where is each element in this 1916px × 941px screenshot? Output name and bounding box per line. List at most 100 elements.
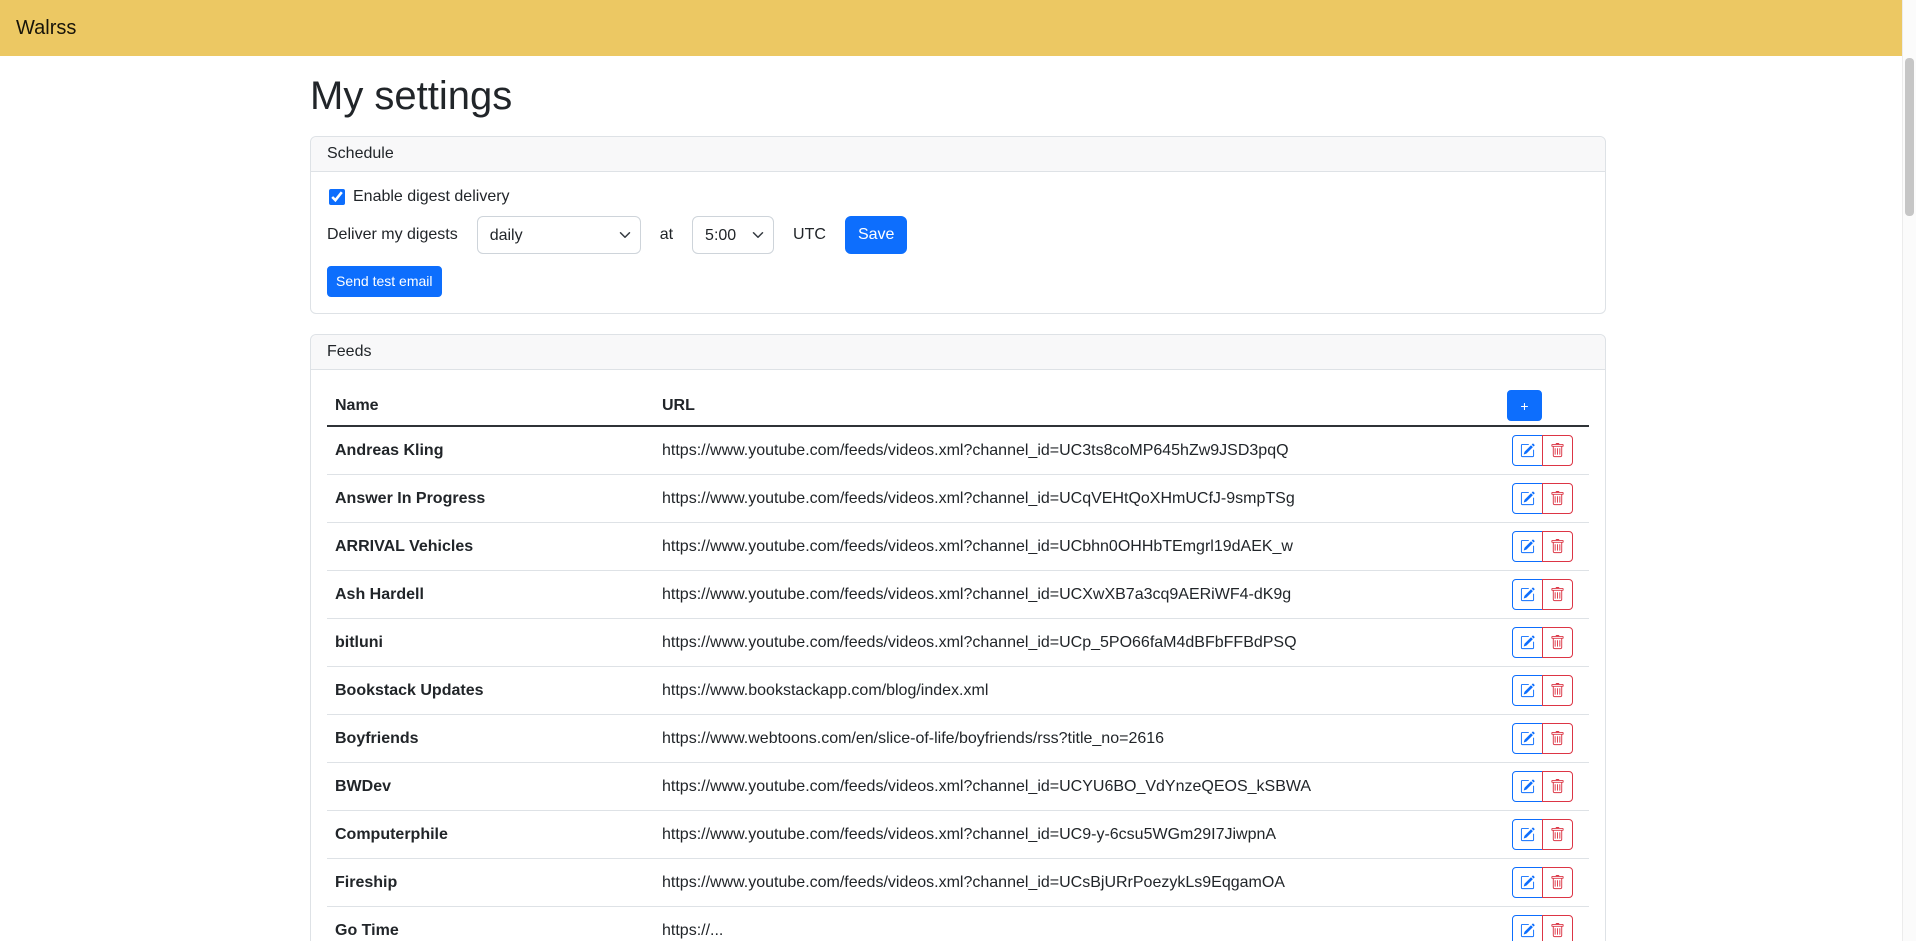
- feed-actions: [1499, 763, 1589, 811]
- enable-digest-label[interactable]: Enable digest delivery: [353, 188, 510, 206]
- trash-icon: [1550, 827, 1565, 842]
- scrollbar-thumb[interactable]: [1905, 58, 1914, 216]
- pencil-square-icon: [1520, 923, 1535, 938]
- edit-feed-button[interactable]: [1512, 627, 1543, 658]
- time-select-wrap: 5:00: [692, 216, 774, 254]
- feed-actions: [1499, 859, 1589, 907]
- delete-feed-button[interactable]: [1542, 435, 1573, 466]
- save-button[interactable]: Save: [845, 216, 907, 254]
- edit-feed-button[interactable]: [1512, 483, 1543, 514]
- delete-feed-button[interactable]: [1542, 819, 1573, 850]
- delete-feed-button[interactable]: [1542, 723, 1573, 754]
- digest-schedule-row: Deliver my digests daily at 5:00: [327, 216, 1589, 254]
- navbar: Walrss: [0, 0, 1916, 56]
- trash-icon: [1550, 731, 1565, 746]
- frequency-select[interactable]: daily: [477, 216, 641, 254]
- trash-icon: [1550, 875, 1565, 890]
- delete-feed-button[interactable]: [1542, 771, 1573, 802]
- feed-actions-group: [1512, 483, 1573, 514]
- edit-feed-button[interactable]: [1512, 771, 1543, 802]
- feed-name: BWDev: [327, 763, 654, 811]
- feed-actions-group: [1512, 579, 1573, 610]
- pencil-square-icon: [1520, 539, 1535, 554]
- feeds-card-body: Name URL + Andreas Kling https://www.you…: [311, 370, 1605, 941]
- navbar-brand[interactable]: Walrss: [16, 17, 76, 40]
- feed-row: Answer In Progress https://www.youtube.c…: [327, 475, 1589, 523]
- feed-name: Fireship: [327, 859, 654, 907]
- trash-icon: [1550, 635, 1565, 650]
- trash-icon: [1550, 683, 1565, 698]
- column-header-url: URL: [654, 386, 1499, 426]
- feed-actions: [1499, 667, 1589, 715]
- feed-name: Go Time: [327, 907, 654, 941]
- edit-feed-button[interactable]: [1512, 579, 1543, 610]
- at-label: at: [660, 226, 673, 244]
- feed-row: Andreas Kling https://www.youtube.com/fe…: [327, 426, 1589, 475]
- edit-feed-button[interactable]: [1512, 723, 1543, 754]
- enable-digest-checkbox[interactable]: [329, 189, 345, 205]
- feed-url: https://www.youtube.com/feeds/videos.xml…: [654, 763, 1499, 811]
- trash-icon: [1550, 491, 1565, 506]
- page-title: My settings: [310, 72, 1606, 120]
- feed-url: https://www.youtube.com/feeds/videos.xml…: [654, 523, 1499, 571]
- edit-feed-button[interactable]: [1512, 915, 1543, 941]
- feed-actions: [1499, 811, 1589, 859]
- feed-row: bitluni https://www.youtube.com/feeds/vi…: [327, 619, 1589, 667]
- feed-url: https://www.youtube.com/feeds/videos.xml…: [654, 619, 1499, 667]
- delete-feed-button[interactable]: [1542, 675, 1573, 706]
- feed-row: Ash Hardell https://www.youtube.com/feed…: [327, 571, 1589, 619]
- delete-feed-button[interactable]: [1542, 483, 1573, 514]
- feed-name: Answer In Progress: [327, 475, 654, 523]
- feed-name: ARRIVAL Vehicles: [327, 523, 654, 571]
- delete-feed-button[interactable]: [1542, 579, 1573, 610]
- main-container: My settings Schedule Enable digest deliv…: [310, 72, 1606, 941]
- feed-url: https://www.webtoons.com/en/slice-of-lif…: [654, 715, 1499, 763]
- feed-name: Computerphile: [327, 811, 654, 859]
- feed-actions-group: [1512, 771, 1573, 802]
- feed-row: ARRIVAL Vehicles https://www.youtube.com…: [327, 523, 1589, 571]
- feed-url: https://www.bookstackapp.com/blog/index.…: [654, 667, 1499, 715]
- feed-url: https://www.youtube.com/feeds/videos.xml…: [654, 475, 1499, 523]
- send-test-email-button[interactable]: Send test email: [327, 266, 442, 297]
- edit-feed-button[interactable]: [1512, 867, 1543, 898]
- add-feed-button[interactable]: +: [1507, 390, 1542, 421]
- feed-actions-group: [1512, 531, 1573, 562]
- edit-feed-button[interactable]: [1512, 531, 1543, 562]
- delete-feed-button[interactable]: [1542, 531, 1573, 562]
- scrollbar[interactable]: [1902, 0, 1916, 941]
- feeds-table: Name URL + Andreas Kling https://www.you…: [327, 386, 1589, 941]
- feed-row: BWDev https://www.youtube.com/feeds/vide…: [327, 763, 1589, 811]
- delete-feed-button[interactable]: [1542, 915, 1573, 941]
- edit-feed-button[interactable]: [1512, 675, 1543, 706]
- feed-actions-group: [1512, 675, 1573, 706]
- trash-icon: [1550, 587, 1565, 602]
- pencil-square-icon: [1520, 875, 1535, 890]
- delete-feed-button[interactable]: [1542, 867, 1573, 898]
- feed-actions: [1499, 907, 1589, 941]
- feed-actions-group: [1512, 819, 1573, 850]
- delete-feed-button[interactable]: [1542, 627, 1573, 658]
- time-select[interactable]: 5:00: [692, 216, 774, 254]
- feed-url: https://...: [654, 907, 1499, 941]
- feed-row: Fireship https://www.youtube.com/feeds/v…: [327, 859, 1589, 907]
- column-header-name: Name: [327, 386, 654, 426]
- enable-digest-row: Enable digest delivery: [327, 188, 1589, 206]
- feed-actions-group: [1512, 435, 1573, 466]
- schedule-card-body: Enable digest delivery Deliver my digest…: [311, 172, 1605, 313]
- feed-row: Bookstack Updates https://www.bookstacka…: [327, 667, 1589, 715]
- pencil-square-icon: [1520, 491, 1535, 506]
- edit-feed-button[interactable]: [1512, 435, 1543, 466]
- edit-feed-button[interactable]: [1512, 819, 1543, 850]
- feed-actions: [1499, 619, 1589, 667]
- pencil-square-icon: [1520, 827, 1535, 842]
- frequency-select-wrap: daily: [477, 216, 641, 254]
- trash-icon: [1550, 923, 1565, 938]
- feed-actions: [1499, 715, 1589, 763]
- feed-row: Go Time https://...: [327, 907, 1589, 941]
- feed-url: https://www.youtube.com/feeds/videos.xml…: [654, 571, 1499, 619]
- feeds-table-header-row: Name URL +: [327, 386, 1589, 426]
- feed-name: bitluni: [327, 619, 654, 667]
- trash-icon: [1550, 443, 1565, 458]
- schedule-card-header: Schedule: [311, 137, 1605, 172]
- pencil-square-icon: [1520, 731, 1535, 746]
